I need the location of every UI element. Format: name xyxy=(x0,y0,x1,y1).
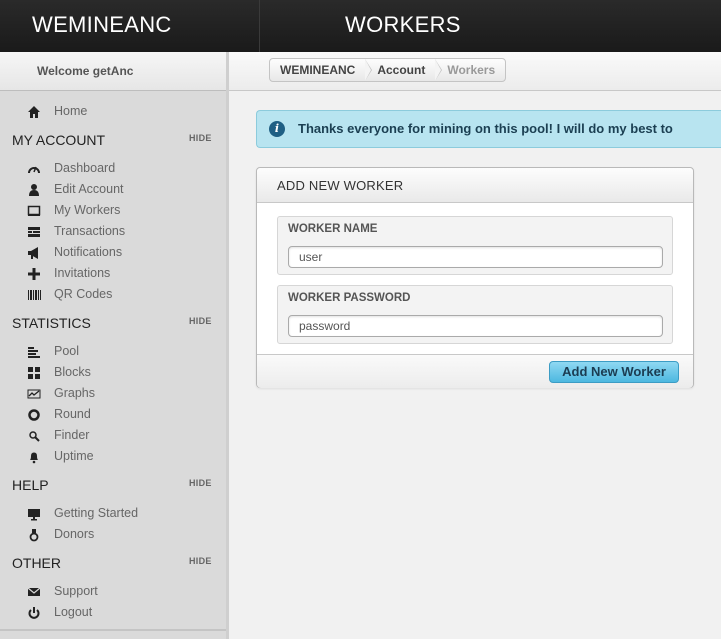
sidebar-item-label: Edit Account xyxy=(54,182,124,196)
info-alert: i Thanks everyone for mining on this poo… xyxy=(256,110,721,148)
sidebar-item-getting-started[interactable]: Getting Started xyxy=(0,504,226,525)
hide-toggle[interactable]: HIDE xyxy=(189,133,212,143)
list-icon xyxy=(27,225,41,239)
breadcrumb-label: WEMINEANC xyxy=(280,63,356,77)
sidebar-item-logout[interactable]: Logout xyxy=(0,603,226,624)
sidebar-item-label: Logout xyxy=(54,605,93,619)
section-my-account: MY ACCOUNT HIDE xyxy=(0,130,226,152)
sidebar-item-blocks[interactable]: Blocks xyxy=(0,363,226,384)
brand-name[interactable]: WEMINEANC xyxy=(32,12,172,38)
panel-footer: Add New Worker xyxy=(257,354,693,388)
breadcrumb-item-home[interactable]: WEMINEANC xyxy=(270,59,373,81)
megaphone-icon xyxy=(27,246,41,260)
sidebar-item-label: Blocks xyxy=(54,365,91,379)
breadcrumb: WEMINEANC Account Workers xyxy=(269,58,507,82)
dashboard-icon xyxy=(27,162,41,176)
hide-toggle[interactable]: HIDE xyxy=(189,316,212,326)
hide-toggle[interactable]: HIDE xyxy=(189,556,212,566)
sidebar-item-pool[interactable]: Pool xyxy=(0,342,226,363)
breadcrumb-label: Workers xyxy=(447,63,496,77)
section-other: OTHER HIDE xyxy=(0,553,226,575)
welcome-bar: Welcome getAnc xyxy=(0,52,226,91)
breadcrumb-separator xyxy=(365,59,372,81)
sidebar-item-label: Getting Started xyxy=(54,506,139,520)
worker-password-label: WORKER PASSWORD xyxy=(288,292,411,304)
sidebar-item-label: Transactions xyxy=(54,224,126,238)
section-statistics: STATISTICS HIDE xyxy=(0,313,226,335)
add-worker-panel: ADD NEW WORKER WORKER NAME WORKER PASSWO… xyxy=(256,167,694,388)
section-title: MY ACCOUNT xyxy=(12,132,106,148)
sidebar-item-label: Donors xyxy=(54,527,95,541)
page-title: WORKERS xyxy=(345,12,461,37)
home-icon xyxy=(27,105,41,119)
section-title: STATISTICS xyxy=(12,315,91,331)
user-icon xyxy=(27,183,41,197)
monitor-icon xyxy=(27,204,41,218)
sidebar-item-label: Home xyxy=(54,104,88,118)
plus-icon xyxy=(27,267,41,281)
bars-icon xyxy=(27,345,41,359)
barcode-icon xyxy=(27,288,41,302)
worker-password-input[interactable] xyxy=(288,315,663,337)
sidebar-item-support[interactable]: Support xyxy=(0,582,226,603)
search-icon xyxy=(27,429,41,443)
breadcrumb-bar: WEMINEANC Account Workers xyxy=(229,52,721,91)
alert-message: Thanks everyone for mining on this pool!… xyxy=(298,121,673,136)
bell-icon xyxy=(27,450,41,464)
mail-icon xyxy=(27,585,41,599)
sidebar-item-notifications[interactable]: Notifications xyxy=(0,243,226,264)
chart-icon xyxy=(27,387,41,401)
welcome-text: Welcome getAnc xyxy=(37,64,134,78)
sidebar-item-transactions[interactable]: Transactions xyxy=(0,222,226,243)
sidebar-item-label: My Workers xyxy=(54,203,121,217)
sidebar-item-label: Finder xyxy=(54,428,90,442)
sidebar-item-qr-codes[interactable]: QR Codes xyxy=(0,285,226,306)
circle-icon xyxy=(27,408,41,422)
grid-icon xyxy=(27,366,41,380)
sidebar-item-finder[interactable]: Finder xyxy=(0,426,226,447)
section-title: HELP xyxy=(12,477,49,493)
sidebar-item-label: Pool xyxy=(54,344,80,358)
worker-name-group: WORKER NAME xyxy=(277,216,673,275)
section-title: OTHER xyxy=(12,555,61,571)
section-help: HELP HIDE xyxy=(0,475,226,497)
sidebar-item-graphs[interactable]: Graphs xyxy=(0,384,226,405)
sidebar-item-home[interactable]: Home xyxy=(0,102,226,123)
breadcrumb-separator xyxy=(435,59,442,81)
sidebar-item-label: QR Codes xyxy=(54,287,113,301)
worker-name-input[interactable] xyxy=(288,246,663,268)
hide-toggle[interactable]: HIDE xyxy=(189,478,212,488)
brand[interactable]: WEMINEANC xyxy=(0,0,260,52)
medal-icon xyxy=(27,528,41,542)
sidebar-item-label: Invitations xyxy=(54,266,111,280)
sidebar-item-dashboard[interactable]: Dashboard xyxy=(0,159,226,180)
breadcrumb-label: Account xyxy=(377,63,426,77)
sidebar-item-label: Support xyxy=(54,584,98,598)
sidebar-item-label: Round xyxy=(54,407,91,421)
panel-header: ADD NEW WORKER xyxy=(257,168,693,203)
sidebar-item-label: Graphs xyxy=(54,386,95,400)
sidebar-item-label: Notifications xyxy=(54,245,123,259)
sidebar-item-invitations[interactable]: Invitations xyxy=(0,264,226,285)
sidebar-item-label: Dashboard xyxy=(54,161,116,175)
info-icon: i xyxy=(269,121,285,137)
add-new-worker-button[interactable]: Add New Worker xyxy=(549,361,679,383)
top-header: WEMINEANC WORKERS xyxy=(0,0,721,52)
panel-title: ADD NEW WORKER xyxy=(277,178,404,193)
sidebar-item-round[interactable]: Round xyxy=(0,405,226,426)
breadcrumb-item-workers: Workers xyxy=(435,59,505,81)
sidebar-item-my-workers[interactable]: My Workers xyxy=(0,201,226,222)
sidebar-item-edit-account[interactable]: Edit Account xyxy=(0,180,226,201)
sidebar-item-donors[interactable]: Donors xyxy=(0,525,226,546)
sidebar: Welcome getAnc Home MY ACCOUNT HIDE Dash… xyxy=(0,52,229,639)
worker-password-group: WORKER PASSWORD xyxy=(277,285,673,344)
breadcrumb-item-account[interactable]: Account xyxy=(365,59,443,81)
sidebar-divider xyxy=(0,629,226,631)
sidebar-item-uptime[interactable]: Uptime xyxy=(0,447,226,468)
worker-name-label: WORKER NAME xyxy=(288,223,378,235)
power-icon xyxy=(27,606,41,620)
desktop-icon xyxy=(27,507,41,521)
sidebar-item-label: Uptime xyxy=(54,449,94,463)
